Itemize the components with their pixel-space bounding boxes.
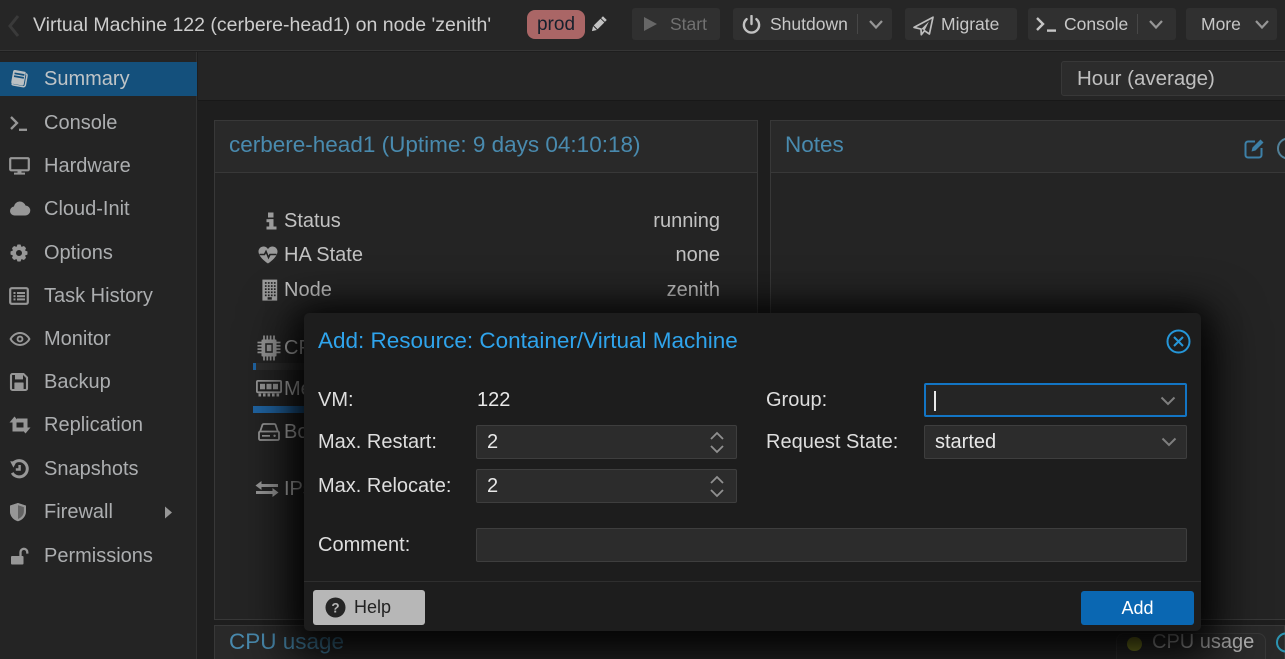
svg-text:?: ?	[331, 600, 339, 615]
